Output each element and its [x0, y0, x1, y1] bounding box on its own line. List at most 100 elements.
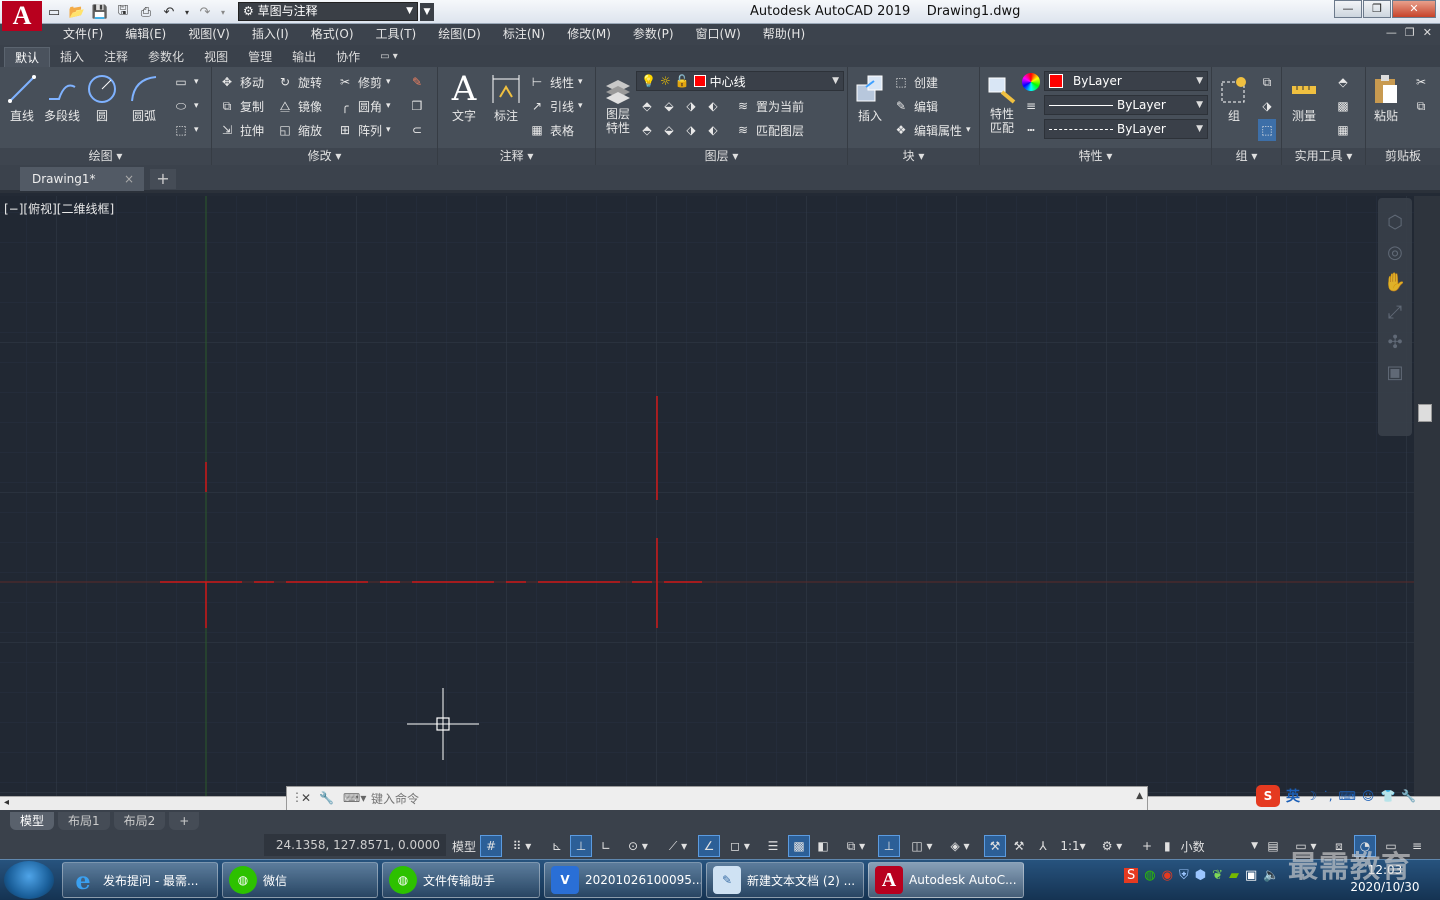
- panel-modify-title[interactable]: 修改 ▾: [212, 148, 437, 165]
- quick-properties-icon[interactable]: ▤: [1262, 835, 1284, 857]
- select-all-icon[interactable]: ▩: [1334, 95, 1352, 117]
- qat-customize-icon[interactable]: ▼: [420, 3, 434, 21]
- drawing-canvas[interactable]: [−][俯视][二维线框]: [0, 196, 1414, 796]
- transparency-icon[interactable]: ▩: [788, 835, 810, 857]
- line-button[interactable]: 直线: [2, 71, 42, 124]
- new-tab-button[interactable]: +: [150, 169, 176, 189]
- new-file-icon[interactable]: ▭: [44, 3, 64, 21]
- tab-default[interactable]: 默认: [4, 47, 51, 67]
- wrench-icon[interactable]: 🔧: [1401, 789, 1416, 803]
- lineweight-display-icon[interactable]: ☰: [762, 835, 784, 857]
- menu-window[interactable]: 窗口(W): [685, 24, 752, 45]
- taskbar-item-video[interactable]: V 20201026100095...: [544, 862, 702, 898]
- isodraft-icon[interactable]: ⟋ ▾: [660, 835, 696, 857]
- mirror-button[interactable]: ⧋ 镜像: [276, 95, 322, 117]
- layer-dropdown[interactable]: 💡 ☼ 🔓 中心线 ▼: [636, 71, 844, 91]
- minimize-button[interactable]: —: [1334, 0, 1362, 18]
- user-icon[interactable]: ☺: [1362, 789, 1375, 803]
- layer-unisolate-icon[interactable]: ⬙: [660, 121, 678, 139]
- layer-on-icon[interactable]: ⬘: [638, 121, 656, 139]
- taskbar-item-wechat[interactable]: ◍ 微信: [222, 862, 378, 898]
- nvidia-icon[interactable]: ▰: [1229, 868, 1239, 883]
- dimension-button[interactable]: 标注: [486, 71, 526, 124]
- ungroup-icon[interactable]: ⧉: [1258, 71, 1276, 93]
- gizmo-icon[interactable]: ◈ ▾: [942, 835, 978, 857]
- panel-utilities-title[interactable]: 实用工具 ▾: [1282, 148, 1365, 165]
- edit-attributes-button[interactable]: ❖ 编辑属性 ▾: [892, 119, 971, 141]
- start-button-windows-icon[interactable]: [4, 861, 54, 899]
- layer-isolate-icon[interactable]: ⬙: [660, 97, 678, 115]
- scale-button[interactable]: ◱ 缩放: [276, 119, 322, 141]
- taskbar-item-notepad[interactable]: ✎ 新建文本文档 (2) ...: [706, 862, 864, 898]
- close-tab-icon[interactable]: ×: [124, 167, 134, 191]
- copy-button[interactable]: ⧉ 复制: [218, 95, 264, 117]
- 3d-osnap-icon[interactable]: ⧉ ▾: [838, 835, 874, 857]
- punctuation-icon[interactable]: ˙,: [1323, 789, 1333, 803]
- snap-icon[interactable]: ⠿ ▾: [504, 835, 540, 857]
- color-dropdown[interactable]: ByLayer ▼: [1044, 71, 1208, 91]
- linetype-dropdown[interactable]: ByLayer ▼: [1044, 119, 1208, 139]
- shirt-icon[interactable]: 👕: [1380, 789, 1395, 803]
- layer-thaw-icon[interactable]: ⬗: [682, 121, 700, 139]
- keyboard-icon[interactable]: ⌨: [1339, 789, 1356, 803]
- circle-button[interactable]: 圆: [82, 71, 122, 124]
- undo-icon[interactable]: ↶: [159, 3, 179, 21]
- paste-button[interactable]: 粘贴: [1366, 71, 1406, 124]
- linear-dim-button[interactable]: ⊢ 线性 ▾: [528, 71, 583, 93]
- scroll-left-icon[interactable]: ◂: [4, 797, 9, 808]
- group-button[interactable]: 组: [1214, 71, 1254, 124]
- menu-tools[interactable]: 工具(T): [365, 24, 428, 45]
- netease-icon[interactable]: ◉: [1162, 868, 1173, 883]
- sogou-icon[interactable]: S: [1256, 785, 1280, 807]
- insert-block-button[interactable]: 插入: [850, 71, 890, 124]
- showmotion-icon[interactable]: ▣: [1378, 358, 1412, 388]
- rectangle-icon[interactable]: ▭ ▾: [172, 71, 198, 93]
- tab-output[interactable]: 输出: [282, 47, 326, 67]
- calculator-icon[interactable]: ▦: [1334, 119, 1352, 141]
- layer-off-icon[interactable]: ⬘: [638, 97, 656, 115]
- menu-insert[interactable]: 插入(I): [241, 24, 300, 45]
- lineweight-icon[interactable]: ≡: [1022, 95, 1040, 117]
- layer-freeze-icon[interactable]: ⬗: [682, 97, 700, 115]
- coordinate-readout[interactable]: 24.1358, 127.8571, 0.0000: [264, 834, 446, 856]
- close-button[interactable]: ✕: [1392, 0, 1436, 18]
- tab-parametric[interactable]: 参数化: [138, 47, 194, 67]
- panel-layers-title[interactable]: 图层 ▾: [596, 148, 847, 165]
- steering-wheel-icon[interactable]: ◎: [1378, 238, 1412, 268]
- annotation-visibility-icon[interactable]: ⚒: [984, 835, 1006, 857]
- ime-language[interactable]: 英: [1286, 786, 1300, 806]
- lineweight-dropdown[interactable]: ByLayer ▼: [1044, 95, 1208, 115]
- tab-model[interactable]: 模型: [10, 812, 55, 830]
- grid-icon[interactable]: #: [480, 835, 502, 857]
- menu-file[interactable]: 文件(F): [52, 24, 114, 45]
- pan-icon[interactable]: ✋: [1378, 268, 1412, 298]
- model-space-button[interactable]: 模型: [450, 835, 478, 857]
- command-history-icon[interactable]: ▲: [1136, 791, 1143, 801]
- cut-icon[interactable]: ✂: [1412, 71, 1430, 93]
- scale-dropdown[interactable]: 1:1 ▾: [1056, 835, 1090, 857]
- measure-button[interactable]: 测量: [1284, 71, 1324, 124]
- edit-block-button[interactable]: ✎ 编辑: [892, 95, 938, 117]
- open-file-icon[interactable]: 📂: [67, 3, 87, 21]
- layer-unlock-icon[interactable]: ⬖: [704, 121, 722, 139]
- menu-help[interactable]: 帮助(H): [752, 24, 816, 45]
- table-button[interactable]: ▦ 表格: [528, 119, 574, 141]
- save-as-icon[interactable]: 🖫: [113, 3, 133, 21]
- boundary-icon[interactable]: ⬚ ▾: [172, 119, 198, 141]
- file-tab-drawing1[interactable]: Drawing1* ×: [20, 167, 144, 191]
- annotation-monitor-icon[interactable]: +: [1136, 835, 1158, 857]
- scroll-thumb[interactable]: [1418, 404, 1432, 422]
- orbit-icon[interactable]: ✣: [1378, 328, 1412, 358]
- command-input[interactable]: [371, 789, 1131, 809]
- group-edit-icon[interactable]: ⬗: [1258, 95, 1276, 117]
- panel-draw-title[interactable]: 绘图 ▾: [0, 148, 211, 165]
- workspace-switcher[interactable]: ⚙ 草图与注释 ▼: [238, 2, 418, 21]
- copy-clip-icon[interactable]: ⧉: [1412, 95, 1430, 117]
- annotation-scale-icon[interactable]: ⅄: [1032, 835, 1054, 857]
- menu-view[interactable]: 视图(V): [177, 24, 241, 45]
- set-current-button[interactable]: ≋ 置为当前: [734, 95, 804, 117]
- sogou-tray-icon[interactable]: S: [1124, 868, 1139, 883]
- workspace-gear-icon[interactable]: ⚙ ▾: [1094, 835, 1130, 857]
- volume-icon[interactable]: 🔈: [1263, 868, 1279, 883]
- auto-scale-icon[interactable]: ⚒: [1008, 835, 1030, 857]
